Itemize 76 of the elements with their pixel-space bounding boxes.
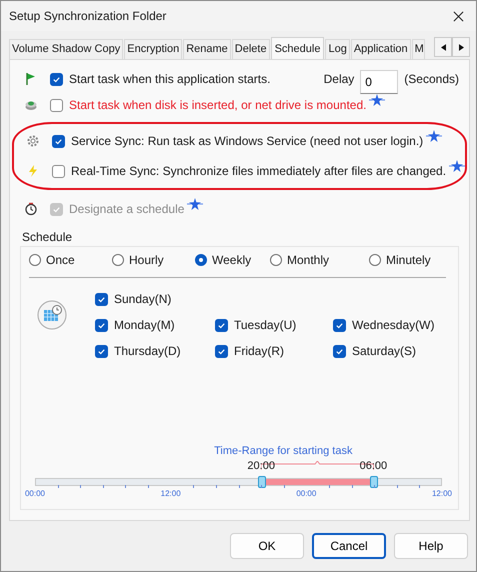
day-label: Wednesday(W) [352,318,434,332]
tab[interactable]: Encryption [124,39,182,59]
checkbox[interactable] [333,318,346,332]
day-label: Monday(M) [114,318,175,332]
radio-option[interactable]: Once [29,253,112,267]
dialog-button[interactable]: OK [230,533,304,559]
option-label: Start task when this application starts. [69,72,270,86]
sparkle-icon [426,130,442,142]
check-icon [97,346,106,356]
check-icon [217,320,226,330]
tab[interactable]: Application [350,39,411,59]
checkbox[interactable] [52,134,65,148]
check-icon [335,320,344,330]
tab[interactable]: M [412,39,425,59]
sparkle-icon [369,94,386,106]
tab[interactable]: Log [325,39,350,59]
group-label: Schedule [22,230,74,244]
checkbox[interactable] [333,344,346,358]
sparkle-icon [187,198,204,210]
delay-field[interactable]: 0 [360,70,398,94]
day-label: Tuesday(U) [234,318,296,332]
radio-option[interactable]: Minutely [369,253,431,267]
checkbox[interactable] [95,292,108,306]
tab[interactable]: Volume Shadow Copy [9,39,124,59]
check-icon [52,74,61,84]
checkbox[interactable] [215,318,228,332]
option-label: Service Sync: Run task as Windows Service (need not user login.) [71,134,424,148]
tick-label: 00:00 [296,489,316,498]
check-icon [217,346,226,356]
window-title: Setup Synchronization Folder [9,9,166,23]
check-icon [54,136,63,146]
option-label: Real-Time Sync: Synchronize files immediately after files are changed. [71,164,446,178]
tick-label: 00:00 [24,489,46,498]
checkbox[interactable] [50,98,63,112]
dialog-button[interactable]: Help [394,533,468,559]
tab[interactable]: Schedule [270,37,324,59]
option-label: Designate a schedule [69,202,184,216]
tick-label: 12:00 [432,489,452,498]
checkbox[interactable] [50,72,63,86]
range-title: Time-Range for starting task [214,445,352,457]
checkbox[interactable] [95,344,108,358]
unit-label: (Seconds) [404,72,459,86]
sparkle-icon [449,160,466,172]
check-icon [335,346,344,356]
thumb-time: 20:00 [247,460,275,472]
check-icon [97,294,106,304]
option-label: Start task when disk is inserted, or net drive is mounted. [69,98,366,112]
clock-icon [24,202,38,216]
calendar-icon [37,300,67,330]
check-icon [97,320,106,330]
slider-thumb[interactable] [370,476,378,488]
radio-option[interactable]: Weekly [195,253,270,267]
day-label: Thursday(D) [114,344,181,358]
checkbox[interactable] [95,318,108,332]
day-label: Friday(R) [234,344,284,358]
gear-icon [26,134,40,148]
check-icon [52,204,61,214]
slider-thumb[interactable] [258,476,266,488]
close-icon[interactable] [453,10,464,22]
tick-label: 12:00 [160,489,181,498]
day-label: Sunday(N) [114,292,172,306]
scroll-left-button[interactable] [434,37,452,57]
left-arrow-icon [440,44,446,50]
radio-option[interactable]: Monthly [270,253,369,267]
day-label: Saturday(S) [352,344,416,358]
tab[interactable]: Rename [183,39,231,59]
radio-option[interactable]: Hourly [112,253,195,267]
lightning-icon [26,164,40,178]
scroll-right-button[interactable] [452,37,470,57]
thumb-time: 06:00 [360,460,388,472]
delay-label: Delay [324,72,354,86]
dialog-button[interactable]: Cancel [312,533,386,559]
checkbox[interactable] [215,344,228,358]
right-arrow-icon [458,44,464,50]
tab[interactable]: Delete [232,39,270,59]
checkbox[interactable] [52,164,65,178]
